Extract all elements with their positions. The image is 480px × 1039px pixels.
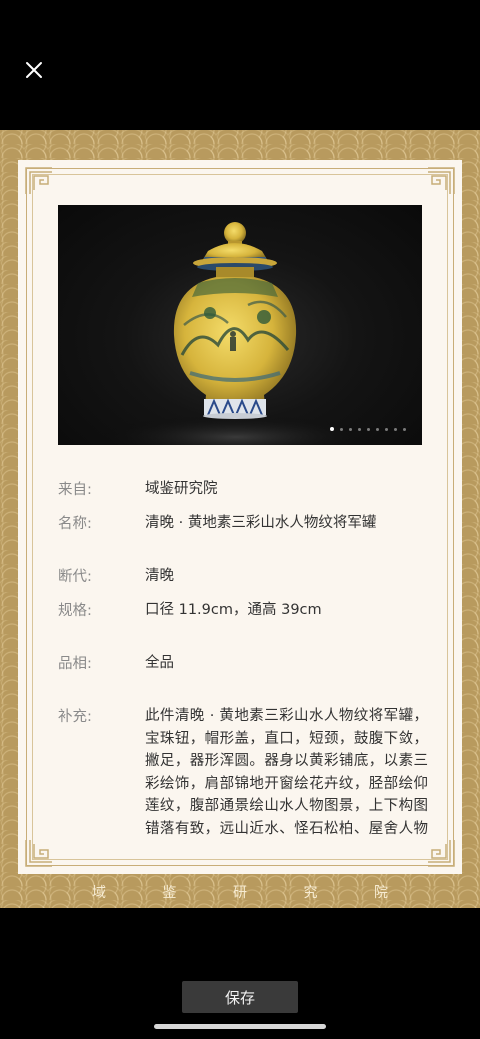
info-label: 补充: — [58, 709, 92, 725]
info-value: 清晚 · 黄地素三彩山水人物纹将军罐 — [145, 515, 377, 531]
home-indicator — [154, 1024, 326, 1029]
info-row-name: 名称: 清晚 · 黄地素三彩山水人物纹将军罐 — [58, 512, 428, 535]
brand-footer: 域 鉴 研 究 院 — [0, 882, 480, 906]
corner-ornament — [426, 838, 456, 868]
product-photo-carousel[interactable] — [58, 205, 422, 445]
corner-ornament — [24, 838, 54, 868]
info-value: 域鉴研究院 — [145, 481, 218, 497]
poster-card: 来自: 域鉴研究院 名称: 清晚 · 黄地素三彩山水人物纹将军罐 断代: 清晚 … — [18, 160, 462, 874]
info-label: 来自: — [58, 482, 92, 498]
info-label: 名称: — [58, 516, 92, 532]
info-row-condition: 品相: 全品 — [58, 652, 428, 675]
carousel-dot[interactable] — [403, 427, 406, 431]
carousel-dot[interactable] — [385, 427, 388, 431]
brand-char: 院 — [374, 885, 388, 901]
carousel-dot[interactable] — [340, 427, 343, 431]
info-row-spec: 规格: 口径 11.9cm，通高 39cm — [58, 599, 428, 622]
carousel-dot[interactable] — [367, 427, 370, 431]
brand-char: 研 — [233, 885, 247, 901]
info-value: 全品 — [145, 655, 174, 671]
carousel-dot[interactable] — [394, 427, 397, 431]
carousel-indicator — [330, 427, 406, 431]
info-label: 规格: — [58, 603, 92, 619]
info-row-from: 来自: 域鉴研究院 — [58, 478, 428, 501]
share-poster: 来自: 域鉴研究院 名称: 清晚 · 黄地素三彩山水人物纹将军罐 断代: 清晚 … — [0, 130, 480, 908]
carousel-dot[interactable] — [330, 427, 334, 431]
info-label: 品相: — [58, 656, 92, 672]
info-row-supplement: 补充: 此件清晚 · 黄地素三彩山水人物纹将军罐，宝珠钮，帽形盖，直口，短颈，鼓… — [58, 705, 428, 841]
close-icon — [26, 62, 42, 78]
corner-ornament — [24, 166, 54, 196]
info-value: 口径 11.9cm，通高 39cm — [145, 602, 322, 618]
vase-image — [96, 222, 376, 445]
carousel-dot[interactable] — [349, 427, 352, 431]
brand-char: 鉴 — [162, 885, 177, 901]
corner-ornament — [426, 166, 456, 196]
carousel-dot[interactable] — [358, 427, 361, 431]
save-button[interactable]: 保存 — [182, 981, 298, 1013]
info-value: 清晚 — [145, 568, 174, 584]
info-row-dynasty: 断代: 清晚 — [58, 565, 428, 588]
info-label: 断代: — [58, 569, 92, 585]
brand-char: 域 — [92, 885, 106, 901]
close-button[interactable] — [20, 56, 48, 84]
info-value: 此件清晚 · 黄地素三彩山水人物纹将军罐，宝珠钮，帽形盖，直口，短颈，鼓腹下敛，… — [145, 708, 428, 837]
carousel-dot[interactable] — [376, 427, 379, 431]
brand-char: 究 — [303, 885, 318, 901]
